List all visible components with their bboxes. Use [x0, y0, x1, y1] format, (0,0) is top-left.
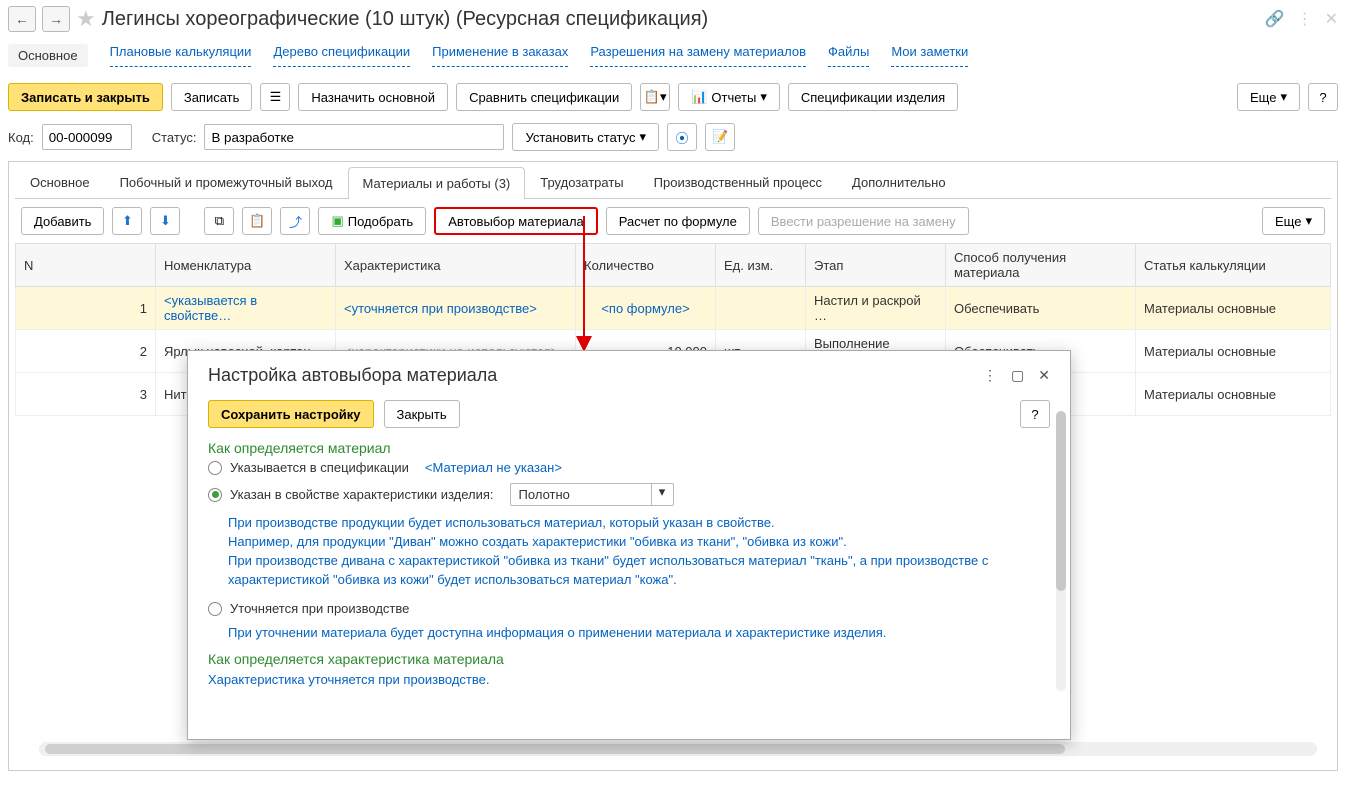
barcode-icon-button[interactable]: ⦿ — [667, 123, 697, 151]
material-not-set-link[interactable]: <Материал не указан> — [425, 460, 562, 475]
hint-property: При производстве продукции будет использ… — [228, 510, 1008, 597]
pick-button[interactable]: ▣ Подобрать — [318, 207, 426, 235]
auto-select-material-popup: Настройка автовыбора материала ⋮ ▢ ✕ Сох… — [187, 350, 1071, 740]
nav-notes[interactable]: Мои заметки — [891, 44, 968, 67]
tab-process[interactable]: Производственный процесс — [639, 166, 837, 198]
radio-at-production-label: Уточняется при производстве — [230, 601, 409, 616]
radio-in-spec[interactable] — [208, 461, 222, 475]
col-stage: Этап — [806, 244, 946, 287]
nav-perm[interactable]: Разрешения на замену материалов — [590, 44, 806, 67]
code-field[interactable] — [42, 124, 132, 150]
save-button[interactable]: Записать — [171, 83, 253, 111]
set-main-button[interactable]: Назначить основной — [298, 83, 448, 111]
move-up-button[interactable]: ⬆ — [112, 207, 142, 235]
popup-vertical-scrollbar[interactable] — [1056, 411, 1066, 691]
edit-status-icon-button[interactable]: 📝 — [705, 123, 735, 151]
popup-maximize-icon[interactable]: ▢ — [1011, 367, 1024, 384]
formula-calc-button[interactable]: Расчет по формуле — [606, 207, 750, 235]
nav-back-button[interactable]: ← — [8, 6, 36, 32]
col-n: N — [16, 244, 156, 287]
move-down-button[interactable]: ⬇ — [150, 207, 180, 235]
share-button[interactable]: ⤴ — [280, 207, 310, 235]
save-close-button[interactable]: Записать и закрыть — [8, 83, 163, 111]
col-method: Способ получения материала — [946, 244, 1136, 287]
nav-main[interactable]: Основное — [8, 44, 88, 67]
col-unit: Ед. изм. — [716, 244, 806, 287]
status-field[interactable] — [204, 124, 504, 150]
reports-button[interactable]: 📊 Отчеты ▾ — [678, 83, 780, 111]
favorite-star-icon[interactable]: ★ — [76, 6, 96, 32]
tab-labor[interactable]: Трудозатраты — [525, 166, 638, 198]
list-icon-button[interactable]: ☰ — [260, 83, 290, 111]
tab-byproduct[interactable]: Побочный и промежуточный выход — [105, 166, 348, 198]
close-icon[interactable]: ✕ — [1325, 9, 1338, 29]
set-status-button[interactable]: Установить статус ▾ — [512, 123, 659, 151]
tab-materials[interactable]: Материалы и работы (3) — [348, 167, 526, 199]
help-button[interactable]: ? — [1308, 83, 1338, 111]
radio-in-spec-label: Указывается в спецификации — [230, 460, 409, 475]
nav-files[interactable]: Файлы — [828, 44, 869, 67]
popup-close-icon[interactable]: ✕ — [1038, 367, 1050, 384]
copy-spec-button[interactable]: 📋▾ — [640, 83, 670, 111]
horizontal-scrollbar[interactable] — [39, 742, 1317, 756]
popup-kebab-icon[interactable]: ⋮ — [983, 367, 997, 384]
window-title: Легинсы хореографические (10 штук) (Ресу… — [102, 8, 708, 31]
property-select[interactable]: Полотно▾ — [510, 483, 674, 506]
radio-from-property-label: Указан в свойстве характеристики изделия… — [230, 487, 494, 502]
table-row[interactable]: 1 <указывается в свойстве… <уточняется п… — [16, 287, 1331, 330]
nav-tree[interactable]: Дерево спецификации — [273, 44, 410, 67]
add-button[interactable]: Добавить — [21, 207, 104, 235]
popup-title: Настройка автовыбора материала — [208, 365, 497, 386]
col-nom: Номенклатура — [156, 244, 336, 287]
hint-characteristic: Характеристика уточняется при производст… — [208, 667, 988, 698]
kebab-menu-icon[interactable]: ⋮ — [1297, 9, 1313, 29]
popup-close-button[interactable]: Закрыть — [384, 400, 460, 428]
popup-save-button[interactable]: Сохранить настройку — [208, 400, 374, 428]
more-button[interactable]: Еще ▾ — [1237, 83, 1300, 111]
col-char: Характеристика — [336, 244, 576, 287]
auto-select-material-button[interactable]: Автовыбор материала — [434, 207, 598, 235]
status-label: Статус: — [152, 130, 197, 145]
link-icon[interactable]: 🔗 — [1265, 9, 1285, 29]
tab-main[interactable]: Основное — [15, 166, 105, 198]
col-article: Статья калькуляции — [1136, 244, 1331, 287]
hint-production: При уточнении материала будет доступна и… — [228, 620, 1008, 651]
enter-permission-button: Ввести разрешение на замену — [758, 207, 969, 235]
nav-plan[interactable]: Плановые калькуляции — [110, 44, 252, 67]
nav-orders[interactable]: Применение в заказах — [432, 44, 568, 67]
radio-at-production[interactable] — [208, 602, 222, 616]
code-label: Код: — [8, 130, 34, 145]
copy-row-button[interactable]: ⧉ — [204, 207, 234, 235]
product-spec-button[interactable]: Спецификации изделия — [788, 83, 958, 111]
section-characteristic: Как определяется характеристика материал… — [208, 651, 1050, 667]
popup-help-button[interactable]: ? — [1020, 400, 1050, 428]
tab-extra[interactable]: Дополнительно — [837, 166, 961, 198]
radio-from-property[interactable] — [208, 488, 222, 502]
compare-button[interactable]: Сравнить спецификации — [456, 83, 632, 111]
nav-forward-button[interactable]: → — [42, 6, 70, 32]
paste-row-button[interactable]: 📋 — [242, 207, 272, 235]
col-qty: Количество — [576, 244, 716, 287]
grid-more-button[interactable]: Еще ▾ — [1262, 207, 1325, 235]
section-material: Как определяется материал — [208, 440, 1050, 456]
